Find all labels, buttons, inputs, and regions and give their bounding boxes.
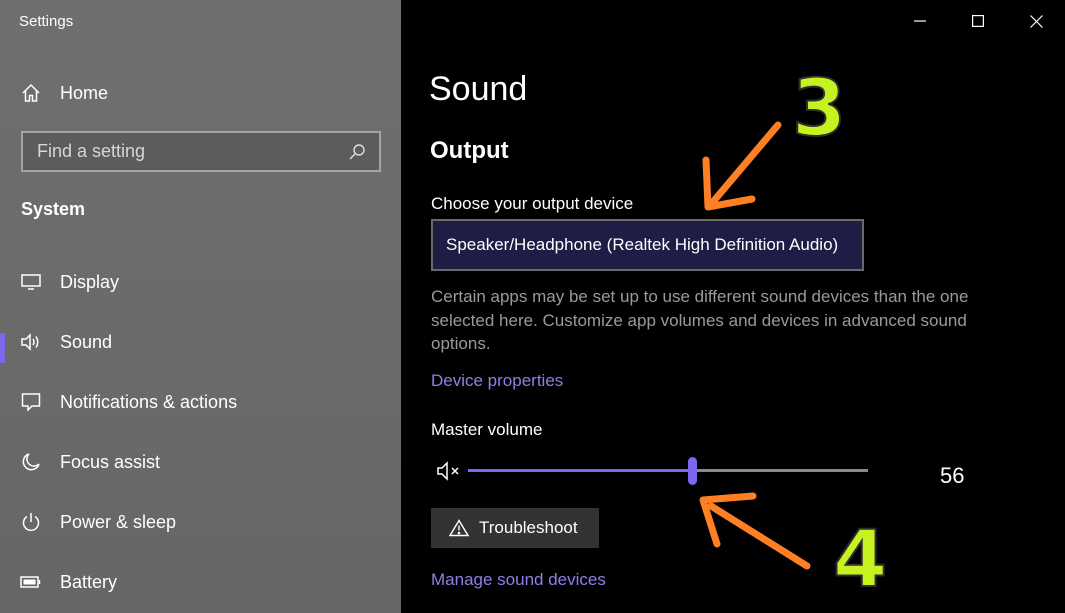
nav-home-label: Home [60,82,109,103]
sidebar-item-label: Display [60,271,120,292]
troubleshoot-label: Troubleshoot [479,518,578,537]
page-title: Sound [429,70,528,108]
minimize-button[interactable] [891,0,949,42]
sidebar-item-focus-assist[interactable]: Focus assist [0,432,401,492]
sidebar-item-label: Notifications & actions [60,391,238,412]
sidebar-item-power-sleep[interactable]: Power & sleep [0,492,401,552]
slider-thumb[interactable] [688,457,697,485]
moon-icon [20,451,42,473]
output-device-dropdown[interactable]: Speaker/Headphone (Realtek High Definiti… [431,219,864,271]
slider-fill [468,469,692,472]
app-title: Settings [19,13,74,30]
minimize-icon [914,20,926,22]
sidebar-item-display[interactable]: Display [0,252,401,312]
close-icon [1029,14,1043,28]
battery-icon [20,571,42,593]
troubleshoot-button[interactable]: Troubleshoot [431,508,599,548]
section-title-output: Output [430,137,509,164]
sidebar-item-label: Sound [60,331,113,352]
nav-list: Display Sound Notifications & actions Fo… [0,252,401,612]
mute-button[interactable] [437,460,463,482]
master-volume-label: Master volume [431,420,543,439]
master-volume-slider[interactable] [468,456,868,486]
annotation-arrow-3 [702,121,782,211]
close-button[interactable] [1007,0,1065,42]
sidebar-item-label: Battery [60,571,118,592]
section-heading-system: System [21,199,86,219]
maximize-button[interactable] [949,0,1007,42]
notification-icon [20,391,42,413]
sidebar: Settings Home System Display [0,0,401,613]
annotation-number-3: 3 [791,63,847,155]
search-input[interactable] [37,141,337,162]
output-device-label: Choose your output device [431,194,634,213]
nav-home[interactable]: Home [20,80,108,106]
sidebar-item-battery[interactable]: Battery [0,552,401,612]
sidebar-item-notifications[interactable]: Notifications & actions [0,372,401,432]
home-icon [20,82,42,104]
manage-sound-devices-link[interactable]: Manage sound devices [431,570,606,590]
search-box[interactable] [21,131,381,172]
sidebar-item-sound[interactable]: Sound [0,312,401,372]
monitor-icon [20,271,42,293]
speaker-icon [20,331,42,353]
search-icon[interactable] [348,143,366,161]
power-icon [20,511,42,533]
annotation-number-4: 4 [832,514,888,606]
maximize-icon [972,15,984,27]
volume-mute-icon [437,461,459,481]
output-device-value: Speaker/Headphone (Realtek High Definiti… [446,235,839,254]
volume-value: 56 [940,463,965,488]
window-controls [891,0,1065,42]
sidebar-item-label: Focus assist [60,451,161,472]
warning-icon [449,519,469,537]
annotation-arrow-4 [699,492,811,570]
device-properties-link[interactable]: Device properties [431,371,563,391]
sidebar-item-label: Power & sleep [60,511,177,532]
output-info-text: Certain apps may be set up to use differ… [431,287,969,353]
